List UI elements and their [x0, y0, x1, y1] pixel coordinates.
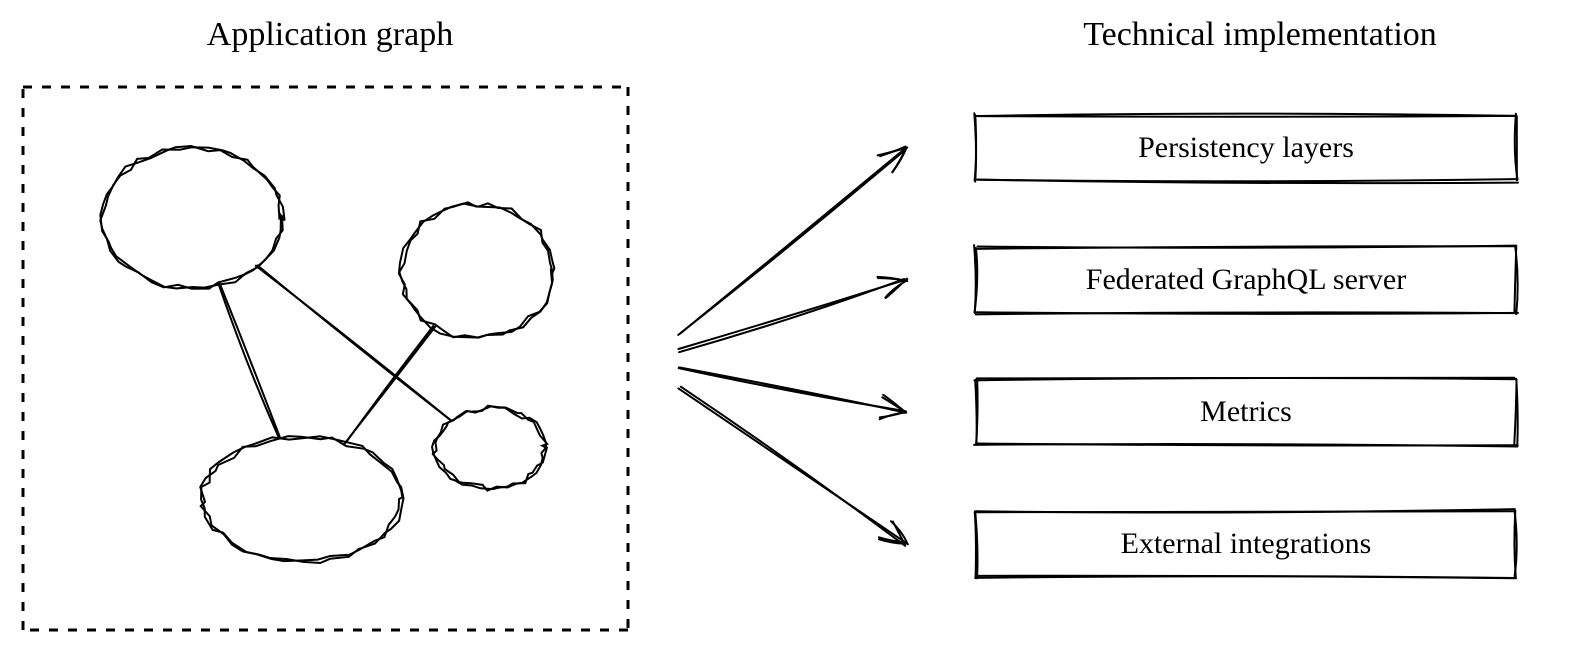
- impl-box-0: Persistency layers: [976, 115, 1516, 181]
- impl-box-3-label: External integrations: [1121, 527, 1372, 561]
- graph-node-n1: [102, 148, 282, 288]
- impl-box-1-label: Federated GraphQL server: [1086, 263, 1406, 297]
- graph-node-n2: [401, 204, 553, 338]
- graph-node-n4: [435, 408, 545, 488]
- impl-box-2: Metrics: [976, 379, 1516, 445]
- graph-node-n3: [202, 437, 402, 561]
- impl-box-1: Federated GraphQL server: [976, 247, 1516, 313]
- impl-box-2-label: Metrics: [1200, 395, 1292, 429]
- impl-box-0-label: Persistency layers: [1138, 131, 1354, 165]
- arrow-0: [680, 148, 906, 333]
- arrow-1: [680, 280, 906, 351]
- impl-box-3: External integrations: [976, 511, 1516, 577]
